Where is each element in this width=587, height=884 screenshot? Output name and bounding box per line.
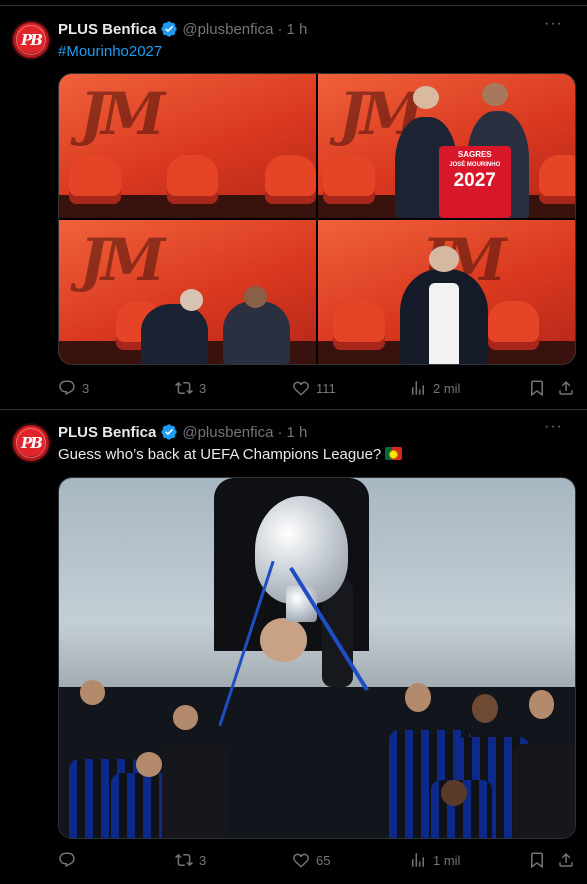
avatar[interactable]: PB xyxy=(11,423,51,463)
timestamp[interactable]: 1 h xyxy=(286,424,307,441)
like-button[interactable]: 65 xyxy=(292,851,330,869)
media-photo-1[interactable]: JM xyxy=(59,74,316,218)
portugal-flag-icon xyxy=(385,447,403,460)
more-icon[interactable]: ··· xyxy=(544,418,563,436)
bookmark-button[interactable] xyxy=(528,379,546,397)
reply-button[interactable]: 3 xyxy=(58,379,89,397)
repost-button[interactable]: 3 xyxy=(175,851,206,869)
share-icon xyxy=(559,380,573,395)
timestamp[interactable]: 1 h xyxy=(286,21,307,38)
like-count: 65 xyxy=(316,852,331,868)
repost-button[interactable]: 3 xyxy=(175,379,206,397)
tweet-2[interactable]: PB PLUS Benfica @plusbenfica · 1 h ··· G… xyxy=(0,410,587,884)
bookmark-icon xyxy=(531,380,543,397)
tweet-header: PLUS Benfica @plusbenfica · 1 h ··· xyxy=(58,418,575,442)
media-photo-4[interactable]: JM xyxy=(318,220,575,364)
reply-icon xyxy=(59,852,75,868)
media-photo[interactable] xyxy=(58,477,576,839)
tweet-text: Guess who’s back at UEFA Champions Leagu… xyxy=(58,445,575,465)
heart-icon xyxy=(293,381,309,396)
tweet-text: #Mourinho2027 xyxy=(58,42,575,62)
author-name[interactable]: PLUS Benfica xyxy=(58,424,156,441)
hashtag-link[interactable]: #Mourinho2027 xyxy=(58,43,162,60)
share-button[interactable] xyxy=(557,851,575,869)
views-button[interactable]: 2 mil xyxy=(409,379,460,397)
views-icon xyxy=(412,853,424,867)
views-count: 2 mil xyxy=(433,380,461,396)
separator-dot: · xyxy=(277,20,283,38)
media-photo-3[interactable]: JM xyxy=(59,220,316,364)
views-icon xyxy=(412,381,424,395)
heart-icon xyxy=(293,853,309,868)
tweet-1[interactable]: PB PLUS Benfica @plusbenfica · 1 h ··· #… xyxy=(0,5,587,410)
repost-count: 3 xyxy=(199,380,207,396)
backdrop-letters: JM xyxy=(79,79,166,148)
more-icon[interactable]: ··· xyxy=(544,15,563,33)
tweet-actions: 3 65 1 mil xyxy=(58,850,577,870)
avatar[interactable]: PB xyxy=(11,20,51,60)
reply-count: 3 xyxy=(82,380,90,396)
like-count: 111 xyxy=(316,380,336,396)
views-count: 1 mil xyxy=(433,852,461,868)
verified-badge-icon xyxy=(160,20,178,38)
separator-dot: · xyxy=(277,423,283,441)
share-icon xyxy=(559,852,573,867)
author-handle[interactable]: @plusbenfica xyxy=(182,424,273,441)
repost-count: 3 xyxy=(199,852,207,868)
tweet-actions: 3 3 111 2 mil xyxy=(58,378,577,398)
author-name[interactable]: PLUS Benfica xyxy=(58,21,156,38)
reply-button[interactable] xyxy=(58,851,82,869)
tweet-body: Guess who’s back at UEFA Champions Leagu… xyxy=(58,446,382,463)
repost-icon xyxy=(175,381,193,395)
like-button[interactable]: 111 xyxy=(292,379,336,397)
jersey: SAGRES JOSÉ MOURINHO 2027 xyxy=(438,146,511,218)
author-handle[interactable]: @plusbenfica xyxy=(182,21,273,38)
verified-badge-icon xyxy=(160,423,178,441)
reply-icon xyxy=(59,380,75,396)
share-button[interactable] xyxy=(557,379,575,397)
media-photo-2[interactable]: JM SAGRES JOSÉ MOURINHO 2027 xyxy=(318,74,575,218)
media-grid[interactable]: JM JM SAGRES JOSÉ MOURINHO 2027 JM JM xyxy=(58,73,576,365)
views-button[interactable]: 1 mil xyxy=(409,851,460,869)
bookmark-button[interactable] xyxy=(528,851,546,869)
repost-icon xyxy=(175,853,193,867)
bookmark-icon xyxy=(531,852,543,869)
tweet-header: PLUS Benfica @plusbenfica · 1 h ··· xyxy=(58,15,575,39)
